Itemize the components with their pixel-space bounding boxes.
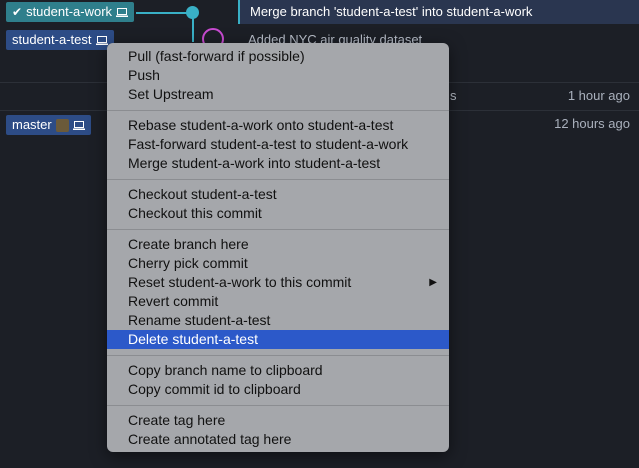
menu-item-checkout-this-commit[interactable]: Checkout this commit bbox=[107, 204, 449, 223]
menu-item-label: Fast-forward student-a-test to student-a… bbox=[128, 136, 409, 152]
menu-item-delete-student-a-test[interactable]: Delete student-a-test bbox=[107, 330, 449, 349]
commit-time: 1 hour ago bbox=[567, 88, 630, 103]
branch-pill-student-a-test[interactable]: student-a-test bbox=[6, 30, 114, 50]
menu-item-rename-student-a-test[interactable]: Rename student-a-test bbox=[107, 311, 449, 330]
computer-icon bbox=[116, 7, 129, 17]
commit-message: s bbox=[450, 88, 457, 103]
menu-separator bbox=[107, 179, 449, 180]
branch-label: student-a-work bbox=[26, 4, 113, 19]
menu-item-label: Rename student-a-test bbox=[128, 312, 271, 328]
menu-item-label: Checkout this commit bbox=[128, 205, 262, 221]
menu-item-create-tag-here[interactable]: Create tag here bbox=[107, 411, 449, 430]
menu-item-revert-commit[interactable]: Revert commit bbox=[107, 292, 449, 311]
menu-item-label: Create branch here bbox=[128, 236, 249, 252]
menu-item-label: Copy branch name to clipboard bbox=[128, 362, 323, 378]
menu-item-copy-commit-id-to-clipboard[interactable]: Copy commit id to clipboard bbox=[107, 380, 449, 399]
menu-separator bbox=[107, 110, 449, 111]
menu-item-label: Reset student-a-work to this commit bbox=[128, 274, 352, 290]
branch-label: master bbox=[12, 117, 52, 132]
menu-item-label: Delete student-a-test bbox=[128, 331, 258, 347]
menu-item-label: Push bbox=[128, 67, 160, 83]
menu-item-copy-branch-name-to-clipboard[interactable]: Copy branch name to clipboard bbox=[107, 361, 449, 380]
menu-item-label: Cherry pick commit bbox=[128, 255, 248, 271]
menu-item-label: Rebase student-a-work onto student-a-tes… bbox=[128, 117, 394, 133]
submenu-arrow-icon: ▶ bbox=[429, 277, 437, 288]
menu-item-fast-forward-student-a-test-to-student-a-work[interactable]: Fast-forward student-a-test to student-a… bbox=[107, 135, 449, 154]
menu-item-create-branch-here[interactable]: Create branch here bbox=[107, 235, 449, 254]
menu-separator bbox=[107, 355, 449, 356]
commit-time: 12 hours ago bbox=[554, 116, 630, 131]
computer-icon bbox=[72, 120, 85, 130]
commit-row-selected[interactable]: Merge branch 'student-a-test' into stude… bbox=[238, 0, 639, 24]
menu-item-label: Checkout student-a-test bbox=[128, 186, 277, 202]
branch-pill-master[interactable]: master bbox=[6, 115, 91, 135]
menu-separator bbox=[107, 229, 449, 230]
menu-item-label: Create tag here bbox=[128, 412, 226, 428]
menu-item-label: Copy commit id to clipboard bbox=[128, 381, 301, 397]
menu-item-checkout-student-a-test[interactable]: Checkout student-a-test bbox=[107, 185, 449, 204]
menu-item-rebase-student-a-work-onto-student-a-test[interactable]: Rebase student-a-work onto student-a-tes… bbox=[107, 116, 449, 135]
menu-item-merge-student-a-work-into-student-a-test[interactable]: Merge student-a-work into student-a-test bbox=[107, 154, 449, 173]
branch-pill-student-a-work[interactable]: ✔ student-a-work bbox=[6, 2, 135, 22]
branch-label: student-a-test bbox=[12, 32, 92, 47]
menu-item-label: Pull (fast-forward if possible) bbox=[128, 48, 305, 64]
menu-item-push[interactable]: Push bbox=[107, 66, 449, 85]
commit-node[interactable] bbox=[186, 6, 199, 19]
menu-item-pull-fast-forward-if-possible[interactable]: Pull (fast-forward if possible) bbox=[107, 47, 449, 66]
graph-connector-line bbox=[136, 12, 192, 14]
context-menu: Pull (fast-forward if possible) Push Set U… bbox=[107, 43, 449, 452]
menu-item-label: Create annotated tag here bbox=[128, 431, 292, 447]
menu-item-create-annotated-tag-here[interactable]: Create annotated tag here bbox=[107, 430, 449, 449]
menu-item-reset-student-a-work-to-this-commit[interactable]: Reset student-a-work to this commit ▶ bbox=[107, 273, 449, 292]
computer-icon bbox=[95, 35, 108, 45]
menu-item-label: Merge student-a-work into student-a-test bbox=[128, 155, 381, 171]
check-icon: ✔ bbox=[12, 5, 23, 19]
menu-item-set-upstream[interactable]: Set Upstream bbox=[107, 85, 449, 104]
menu-item-label: Set Upstream bbox=[128, 86, 214, 102]
menu-item-cherry-pick-commit[interactable]: Cherry pick commit bbox=[107, 254, 449, 273]
menu-separator bbox=[107, 405, 449, 406]
avatar bbox=[55, 118, 69, 132]
commit-message: Merge branch 'student-a-test' into stude… bbox=[250, 4, 533, 19]
menu-item-label: Revert commit bbox=[128, 293, 219, 309]
